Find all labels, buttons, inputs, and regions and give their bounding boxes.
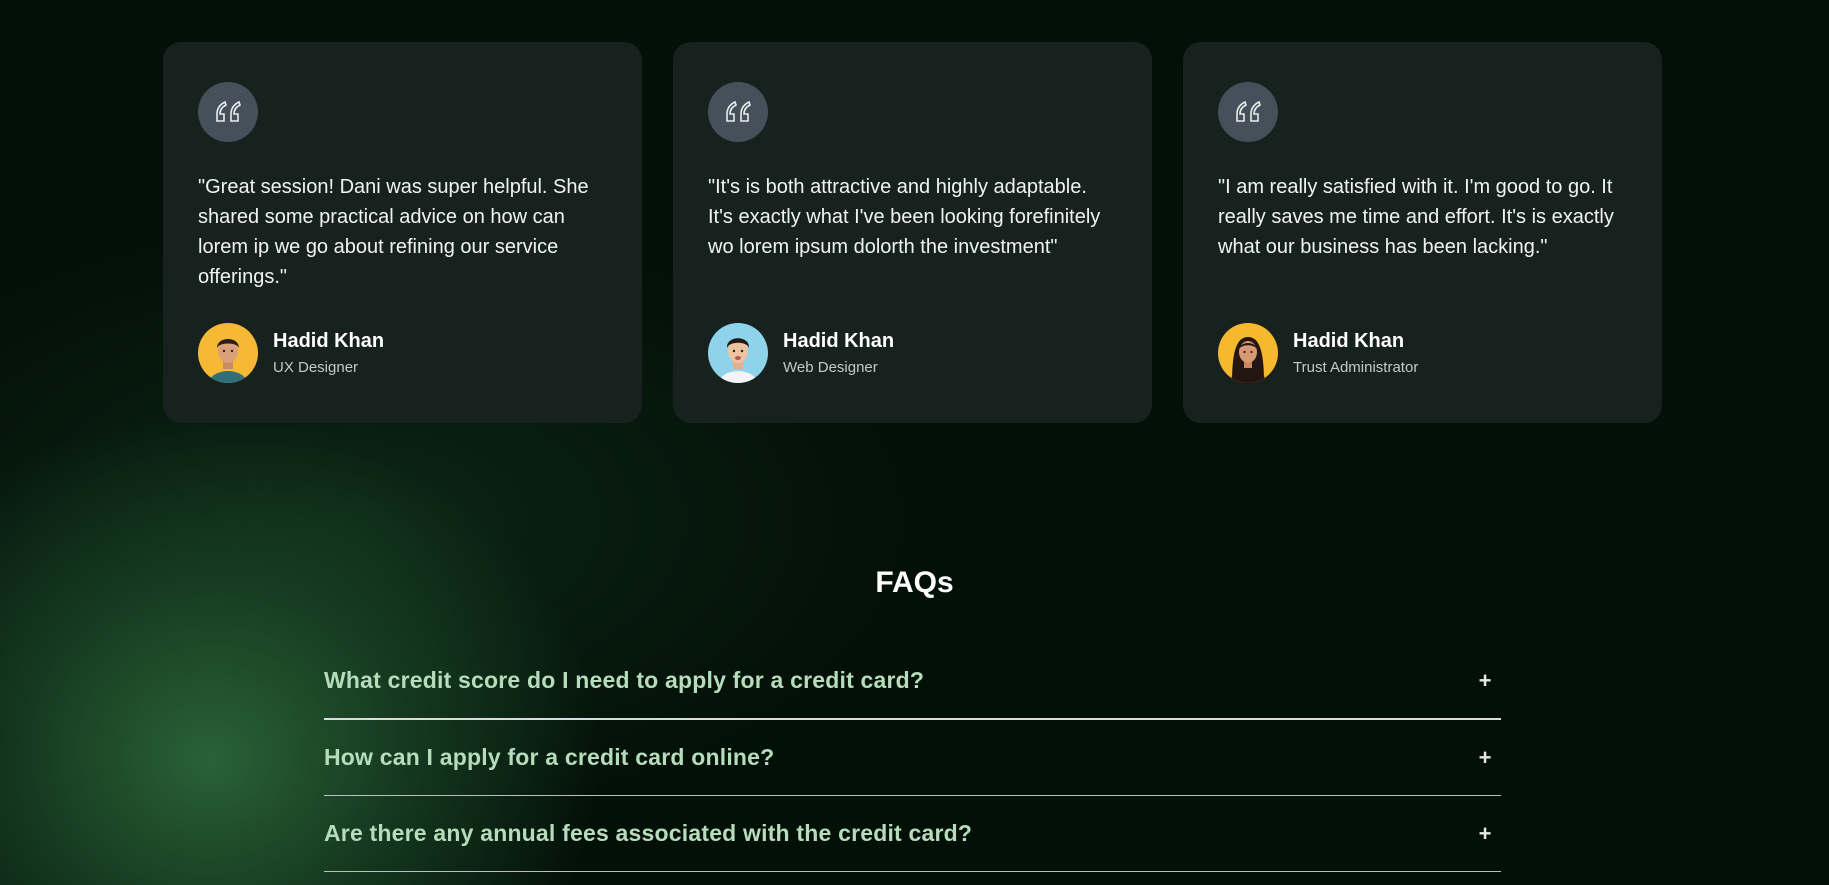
author-role: Trust Administrator <box>1293 359 1419 376</box>
avatar <box>1218 323 1278 383</box>
testimonial-text: "I am really satisfied with it. I'm good… <box>1218 176 1614 258</box>
page: "Great session! Dani was super helpful. … <box>0 0 1829 885</box>
author-name: Hadid Khan <box>783 330 895 352</box>
faq-question: How can I apply for a credit card online… <box>324 744 775 770</box>
faq-question: What credit score do I need to apply for… <box>324 667 925 693</box>
testimonial-card: "It's is both attractive and highly adap… <box>673 42 1152 423</box>
author-name: Hadid Khan <box>1293 330 1405 352</box>
testimonial-author: Hadid Khan Trust Administrator <box>1218 323 1418 383</box>
quote-icon <box>198 82 258 142</box>
faq-list: What credit score do I need to apply for… <box>324 643 1501 872</box>
testimonials-section: "Great session! Dani was super helpful. … <box>163 42 1662 423</box>
plus-icon[interactable]: + <box>1473 745 1497 771</box>
faq-item[interactable]: How can I apply for a credit card online… <box>324 720 1501 796</box>
avatar <box>708 323 768 383</box>
plus-icon[interactable]: + <box>1473 821 1497 847</box>
testimonial-author: Hadid Khan UX Designer <box>198 323 384 383</box>
quote-icon <box>708 82 768 142</box>
faq-question: Are there any annual fees associated wit… <box>324 820 973 846</box>
author-name: Hadid Khan <box>273 330 385 352</box>
avatar <box>198 323 258 383</box>
testimonial-card: "Great session! Dani was super helpful. … <box>163 42 642 423</box>
author-role: UX Designer <box>273 359 359 376</box>
plus-icon[interactable]: + <box>1473 668 1497 694</box>
author-role: Web Designer <box>783 359 878 376</box>
testimonial-author: Hadid Khan Web Designer <box>708 323 894 383</box>
testimonial-card: "I am really satisfied with it. I'm good… <box>1183 42 1662 423</box>
faq-item[interactable]: Are there any annual fees associated wit… <box>324 796 1501 872</box>
faq-title: FAQs <box>875 566 954 599</box>
testimonial-text: "It's is both attractive and highly adap… <box>708 176 1101 258</box>
faq-item[interactable]: What credit score do I need to apply for… <box>324 643 1501 720</box>
testimonial-text: "Great session! Dani was super helpful. … <box>198 176 589 288</box>
quote-icon <box>1218 82 1278 142</box>
